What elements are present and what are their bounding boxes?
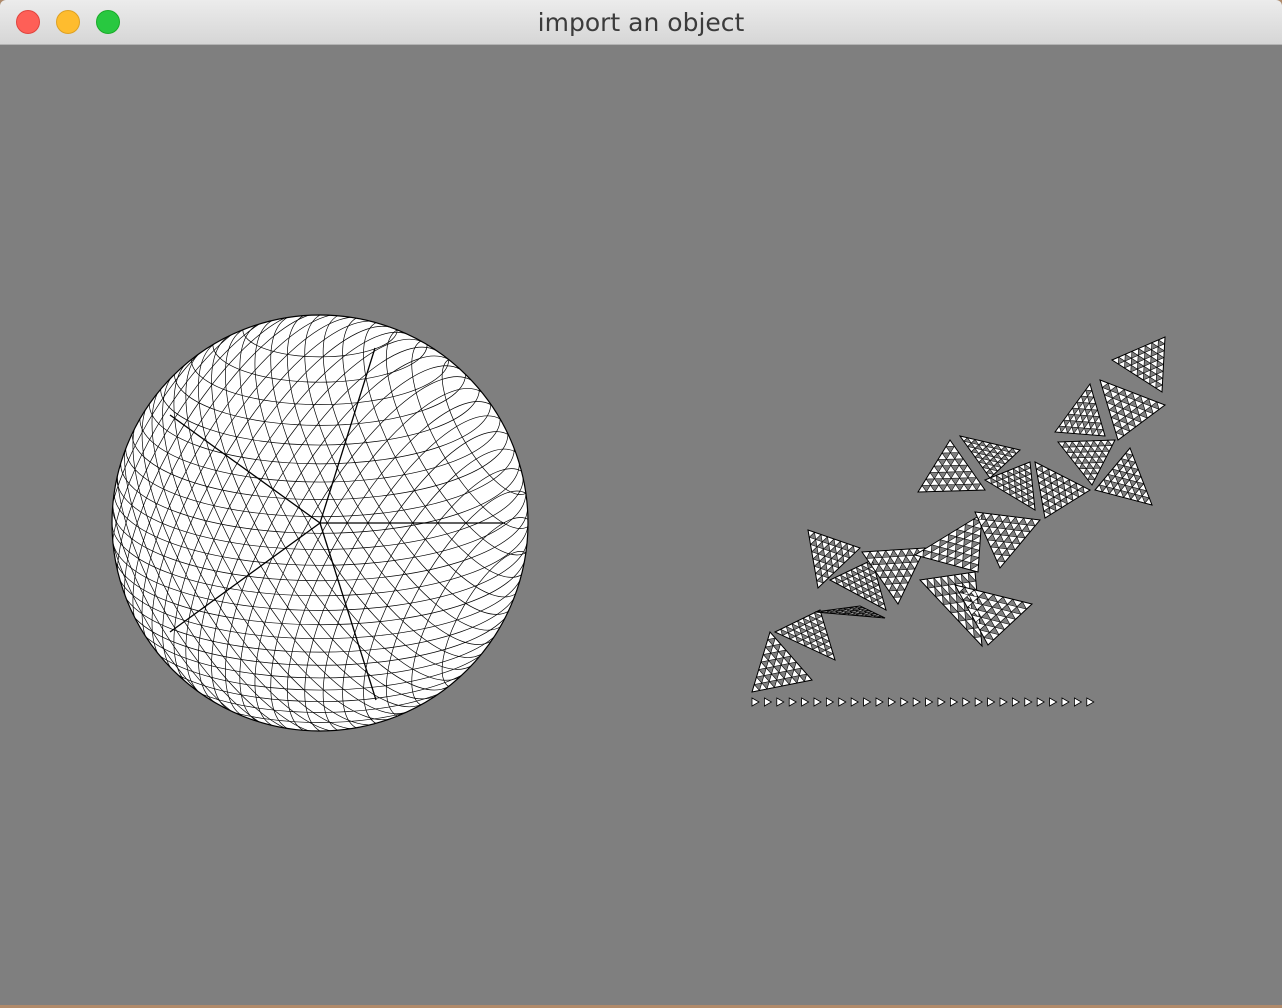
render-viewport[interactable] bbox=[0, 45, 1282, 1005]
unfolded-mesh-net[interactable] bbox=[751, 336, 1167, 693]
title-bar[interactable]: import an object bbox=[0, 0, 1282, 45]
app-window: import an object bbox=[0, 0, 1282, 1005]
window-title: import an object bbox=[537, 8, 745, 37]
triangle-strip bbox=[751, 697, 1095, 707]
geodesic-sphere-mesh[interactable] bbox=[74, 283, 529, 763]
